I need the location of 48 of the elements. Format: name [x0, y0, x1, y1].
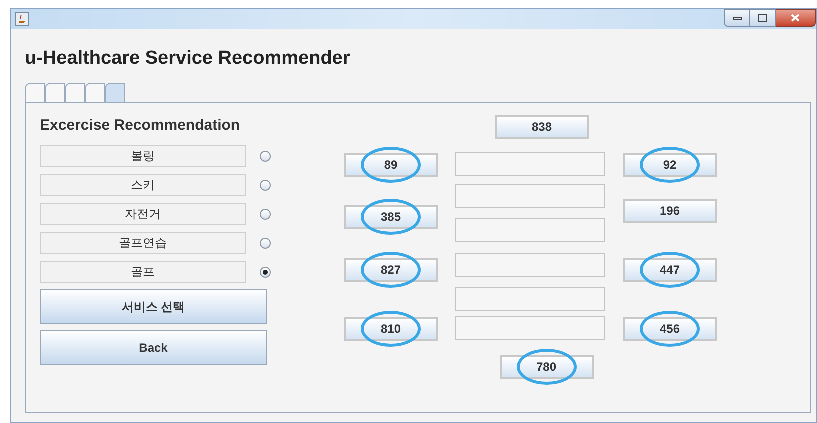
circle-annotation [361, 146, 421, 182]
window-title: u-Healthcare Service Recommender [25, 47, 352, 71]
back-button[interactable]: Back [40, 330, 267, 365]
text-field[interactable] [455, 152, 605, 176]
circle-annotation [640, 146, 700, 182]
option-label: 스키 [40, 174, 246, 196]
tab[interactable] [65, 82, 85, 102]
circle-annotation [640, 252, 700, 288]
number-button[interactable]: 838 [495, 114, 589, 138]
number-button[interactable]: 385 [344, 204, 438, 228]
text-field[interactable] [455, 252, 605, 276]
number-button[interactable]: 196 [623, 198, 717, 222]
tab[interactable] [85, 82, 105, 102]
tab[interactable] [105, 82, 125, 102]
app-icon [15, 12, 29, 26]
circle-annotation [640, 310, 700, 346]
radio-button[interactable] [260, 208, 271, 220]
number-button[interactable]: 827 [344, 258, 438, 282]
circle-annotation [516, 348, 576, 384]
number-button[interactable]: 89 [344, 152, 438, 176]
option-label: 볼링 [40, 145, 246, 167]
close-button[interactable] [776, 9, 816, 27]
option-label: 자전거 [40, 203, 246, 225]
text-field[interactable] [455, 286, 605, 310]
close-icon [791, 14, 800, 22]
circle-annotation [361, 252, 421, 288]
tab[interactable] [45, 82, 65, 102]
minimize-button[interactable] [724, 9, 750, 27]
select-service-button[interactable]: 서비스 선택 [40, 289, 267, 324]
section-heading: Excercise Recommendation [40, 116, 242, 136]
radio-button[interactable] [260, 266, 271, 278]
option-label: 골프연습 [40, 232, 246, 254]
maximize-button[interactable] [750, 9, 776, 27]
radio-button[interactable] [260, 180, 271, 190]
number-button[interactable]: 780 [500, 354, 594, 378]
number-button[interactable]: 447 [623, 258, 717, 282]
text-field[interactable] [455, 218, 605, 242]
number-button[interactable]: 810 [344, 316, 438, 340]
number-button[interactable]: 456 [623, 316, 717, 340]
text-field[interactable] [455, 316, 605, 340]
number-button[interactable]: 92 [623, 152, 717, 176]
circle-annotation [361, 310, 421, 346]
radio-button[interactable] [260, 150, 271, 162]
text-field[interactable] [455, 184, 605, 208]
option-label: 골프 [40, 261, 246, 283]
radio-button[interactable] [260, 238, 271, 248]
circle-annotation [361, 198, 421, 234]
tab[interactable] [25, 82, 45, 102]
